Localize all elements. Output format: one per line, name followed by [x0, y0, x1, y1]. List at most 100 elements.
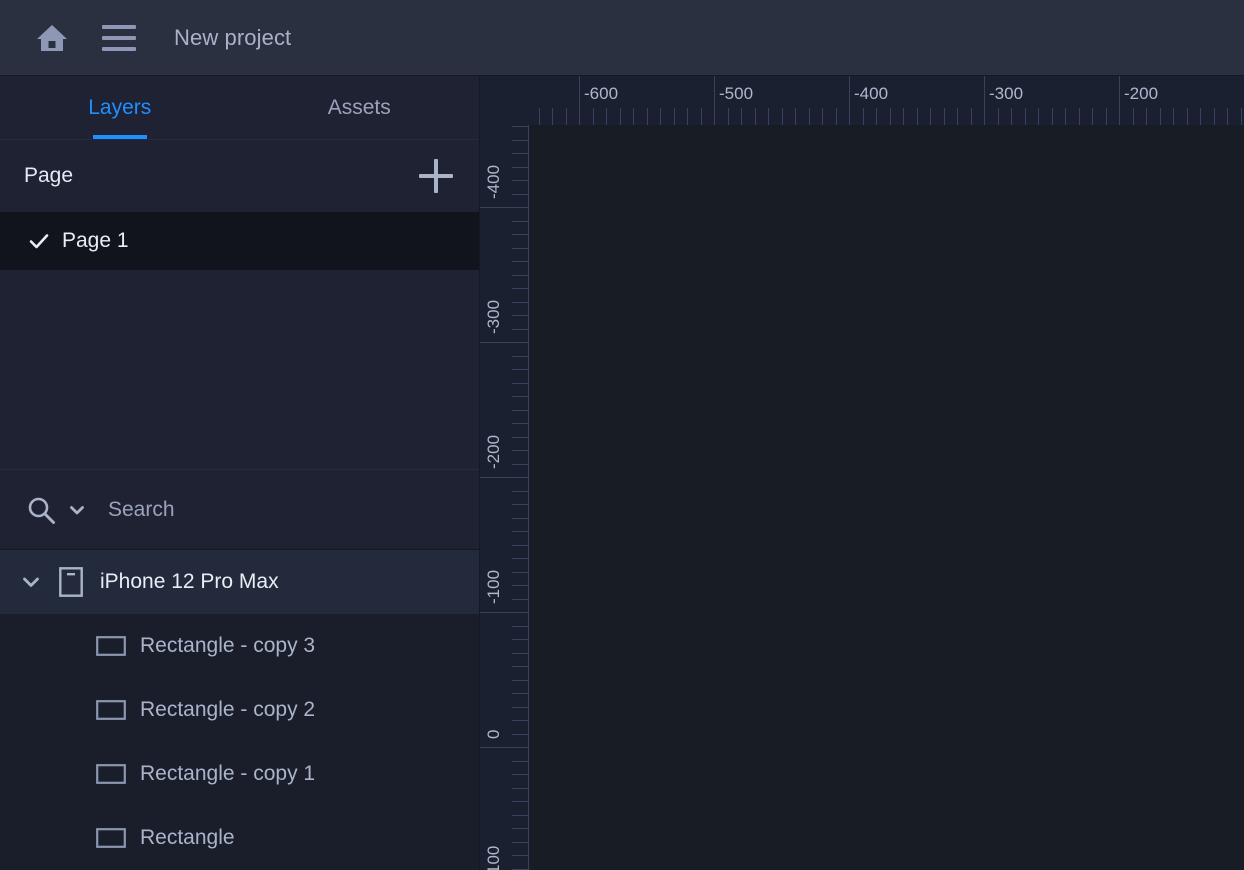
ruler-minor-tick: [512, 828, 529, 829]
ruler-minor-tick: [512, 666, 529, 667]
ruler-minor-tick: [512, 288, 529, 289]
rectangle-icon: [96, 823, 126, 853]
ruler-minor-tick: [512, 140, 529, 141]
home-icon: [37, 24, 67, 51]
ruler-minor-tick: [647, 108, 648, 125]
ruler-label: -200: [1124, 84, 1159, 103]
layer-tree: iPhone 12 Pro Max Rectangle - copy 3 Rec…: [0, 550, 479, 870]
ruler-minor-tick: [782, 108, 783, 125]
ruler-minor-tick: [633, 108, 634, 125]
ruler-major-tick: [480, 207, 529, 208]
ruler-minor-tick: [512, 639, 529, 640]
ruler-minor-tick: [1187, 108, 1188, 125]
ruler-minor-tick: [512, 504, 529, 505]
ruler-minor-tick: [512, 734, 529, 735]
ruler-minor-tick: [512, 545, 529, 546]
pages-section-title: Page: [24, 164, 74, 187]
chevron-down-icon[interactable]: [18, 569, 44, 595]
layer-item-label: Rectangle - copy 2: [140, 698, 316, 721]
ruler-minor-tick: [512, 356, 529, 357]
ruler-major-tick: [480, 342, 529, 343]
ruler-minor-tick: [687, 108, 688, 125]
tab-assets-label: Assets: [327, 95, 391, 119]
layer-item-rectangle-copy-1[interactable]: Rectangle - copy 1: [0, 742, 479, 806]
ruler-minor-tick: [512, 167, 529, 168]
ruler-minor-tick: [512, 369, 529, 370]
pages-empty-space: [0, 270, 479, 470]
ruler-minor-tick: [512, 450, 529, 451]
pages-section-header: Page: [0, 140, 479, 212]
ruler-minor-tick: [512, 302, 529, 303]
layer-item-board[interactable]: iPhone 12 Pro Max: [0, 550, 479, 614]
ruler-minor-tick: [512, 855, 529, 856]
ruler-minor-tick: [512, 396, 529, 397]
ruler-major-tick: [480, 477, 529, 478]
ruler-major-tick: [480, 612, 529, 613]
horizontal-ruler[interactable]: -600-500-400-300-200-100: [529, 76, 1244, 125]
ruler-minor-tick: [1011, 108, 1012, 125]
ruler-minor-tick: [701, 108, 702, 125]
search-icon[interactable]: [24, 493, 58, 527]
ruler-label: -600: [584, 84, 619, 103]
ruler-minor-tick: [944, 108, 945, 125]
tab-layers[interactable]: Layers: [0, 76, 240, 139]
search-input[interactable]: [108, 497, 438, 522]
ruler-minor-tick: [512, 329, 529, 330]
ruler-minor-tick: [890, 108, 891, 125]
ruler-label: -100: [484, 569, 503, 604]
home-button[interactable]: [30, 16, 74, 60]
page-item-page-1[interactable]: Page 1: [0, 212, 479, 270]
ruler-minor-tick: [903, 108, 904, 125]
ruler-minor-tick: [917, 108, 918, 125]
tab-layers-label: Layers: [88, 95, 152, 119]
ruler-minor-tick: [1173, 108, 1174, 125]
ruler-minor-tick: [566, 108, 567, 125]
ruler-minor-tick: [822, 108, 823, 125]
tab-assets[interactable]: Assets: [240, 76, 480, 139]
ruler-minor-tick: [552, 108, 553, 125]
page-item-label: Page 1: [62, 229, 129, 252]
rectangle-icon: [96, 695, 126, 725]
add-page-button[interactable]: [419, 159, 453, 193]
ruler-minor-tick: [512, 680, 529, 681]
hamburger-bar: [102, 35, 136, 40]
ruler-label: -400: [854, 84, 889, 103]
chevron-down-icon[interactable]: [66, 499, 88, 521]
ruler-minor-tick: [512, 315, 529, 316]
design-canvas[interactable]: [529, 125, 1244, 870]
layer-search-bar: [0, 470, 479, 550]
layer-item-rectangle[interactable]: Rectangle: [0, 806, 479, 870]
ruler-minor-tick: [512, 801, 529, 802]
rectangle-icon: [96, 631, 126, 661]
ruler-minor-tick: [593, 108, 594, 125]
rectangle-icon: [96, 759, 126, 789]
ruler-minor-tick: [512, 653, 529, 654]
ruler-minor-tick: [512, 599, 529, 600]
ruler-minor-tick: [1227, 108, 1228, 125]
ruler-minor-tick: [1065, 108, 1066, 125]
ruler-minor-tick: [971, 108, 972, 125]
design-tool-window: New project Layers Assets Page Page 1 Se…: [0, 0, 1244, 870]
ruler-minor-tick: [512, 126, 529, 127]
vertical-ruler[interactable]: -400 -300 -200 -100 0 100: [480, 125, 529, 870]
ruler-minor-tick: [512, 248, 529, 249]
ruler-minor-tick: [512, 275, 529, 276]
ruler-minor-tick: [957, 108, 958, 125]
ruler-minor-tick: [512, 774, 529, 775]
ruler-minor-tick: [512, 410, 529, 411]
project-name[interactable]: New project: [174, 25, 291, 51]
ruler-minor-tick: [674, 108, 675, 125]
ruler-minor-tick: [755, 108, 756, 125]
ruler-minor-tick: [512, 572, 529, 573]
top-bar: New project: [0, 0, 1244, 76]
ruler-label: -300: [484, 299, 503, 334]
ruler-label: -500: [719, 84, 754, 103]
main-menu-button[interactable]: [102, 18, 142, 58]
ruler-minor-tick: [512, 221, 529, 222]
layer-item-rectangle-copy-2[interactable]: Rectangle - copy 2: [0, 678, 479, 742]
layer-item-rectangle-copy-3[interactable]: Rectangle - copy 3: [0, 614, 479, 678]
ruler-minor-tick: [512, 180, 529, 181]
ruler-label: 0: [484, 729, 503, 739]
ruler-minor-tick: [512, 693, 529, 694]
ruler-minor-tick: [1092, 108, 1093, 125]
